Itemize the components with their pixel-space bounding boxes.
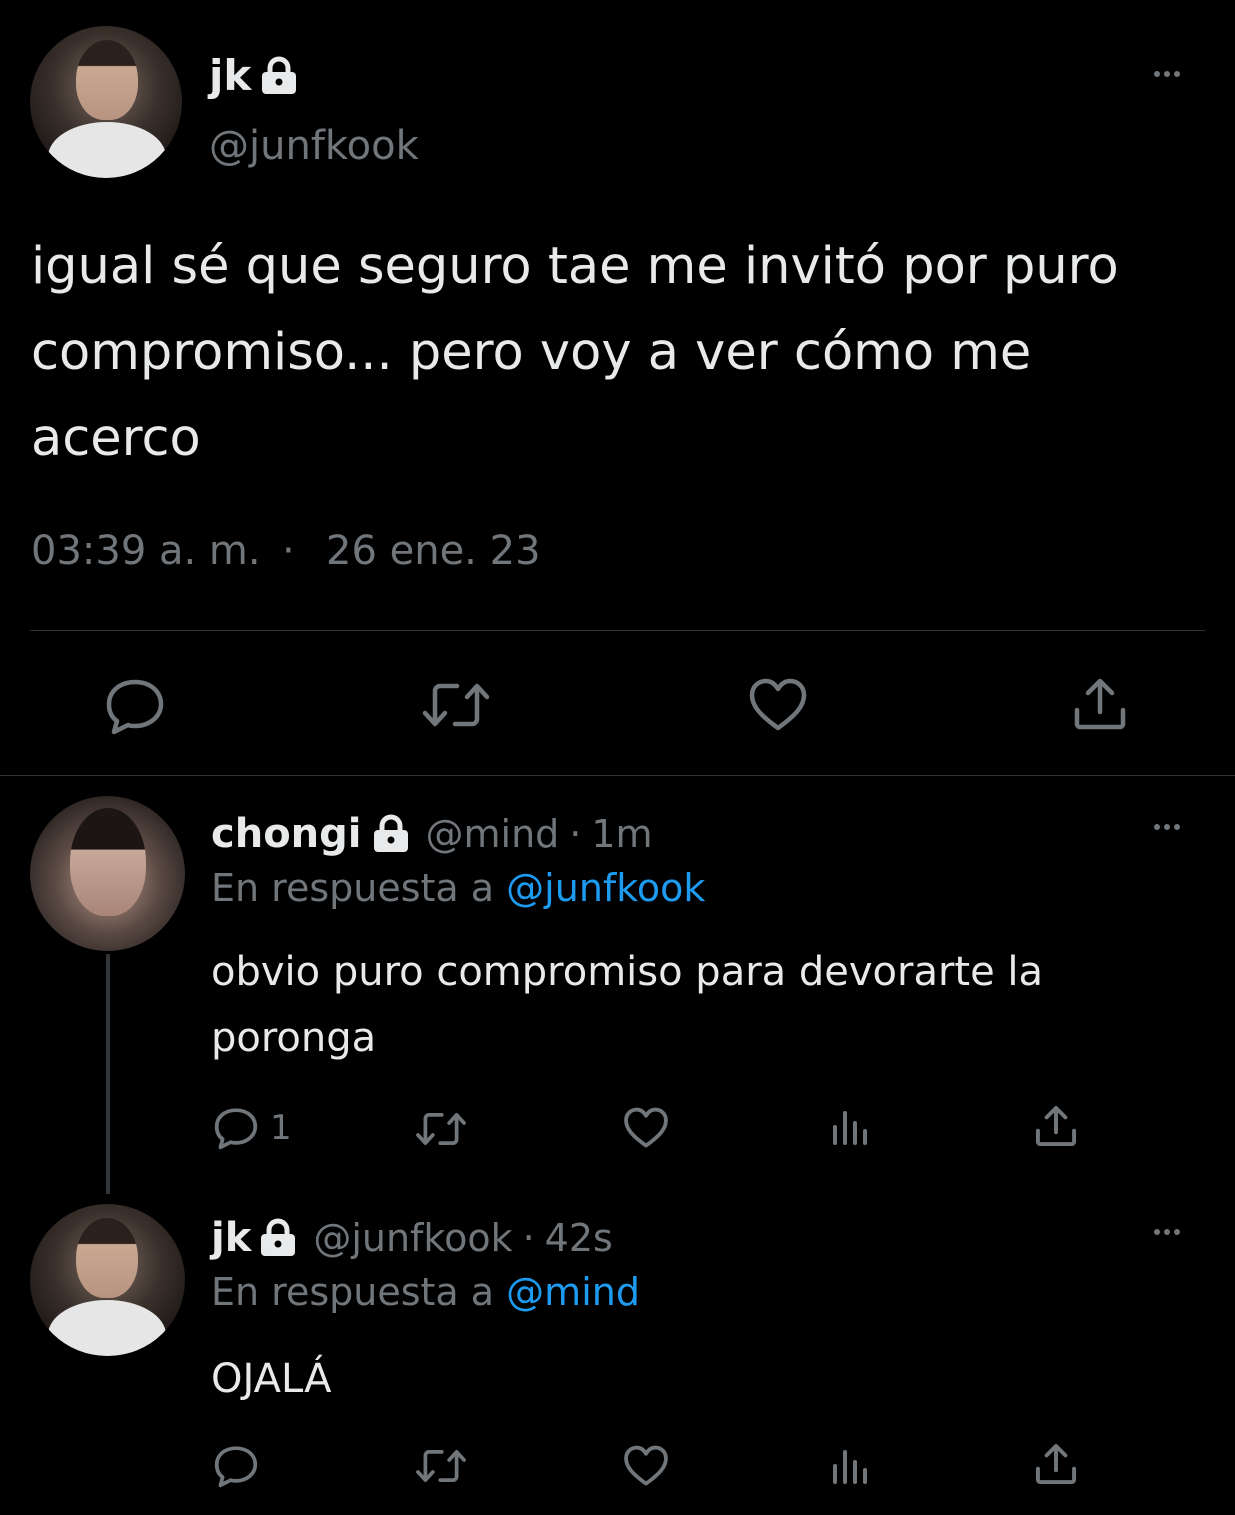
lock-icon — [370, 814, 412, 854]
reply-icon[interactable] — [213, 1444, 259, 1488]
retweet-icon[interactable] — [415, 1446, 467, 1486]
handle[interactable]: @junfkook — [209, 120, 419, 172]
reply-tweet: jk @junfkook · 42s En respuesta a @mind … — [0, 1196, 1235, 1515]
reply-prefix: En respuesta a — [211, 1270, 495, 1314]
tweet-text: igual sé que seguro tae me invitó por pu… — [31, 237, 1119, 468]
analytics-icon[interactable] — [831, 1109, 869, 1147]
main-tweet: jk @junfkook igual sé que seguro tae me … — [0, 0, 1235, 775]
share-icon[interactable] — [1034, 1442, 1078, 1486]
more-options-icon[interactable] — [1154, 1229, 1180, 1235]
handle[interactable]: @mind — [426, 812, 560, 856]
reply-icon[interactable] — [104, 677, 166, 735]
handle[interactable]: @junfkook — [313, 1216, 512, 1260]
like-icon[interactable] — [748, 677, 808, 733]
more-options-icon[interactable] — [1154, 824, 1180, 830]
separator-dot: · — [282, 528, 295, 574]
more-options-icon[interactable] — [1154, 71, 1180, 77]
like-icon[interactable] — [623, 1444, 669, 1488]
avatar[interactable] — [30, 1204, 185, 1356]
display-name[interactable]: jk — [211, 1215, 251, 1261]
share-icon[interactable] — [1034, 1104, 1078, 1148]
divider — [30, 630, 1205, 631]
tweet-text: OJALÁ — [211, 1356, 332, 1402]
reply-context: En respuesta a @mind — [211, 1266, 640, 1318]
thread-line — [106, 954, 110, 1194]
reply-tweet: chongi @mind · 1m En respuesta a @junfko… — [0, 776, 1235, 1196]
reply-icon[interactable] — [213, 1106, 259, 1150]
reply-header: chongi @mind · 1m — [211, 806, 653, 862]
tweet-date[interactable]: 26 ene. 23 — [326, 524, 541, 578]
avatar[interactable] — [30, 26, 182, 178]
mention-link[interactable]: @mind — [506, 1270, 640, 1314]
tweet-time[interactable]: 03:39 a. m. — [31, 524, 261, 578]
display-name[interactable]: jk — [209, 50, 251, 102]
reply-count: 1 — [270, 1108, 292, 1148]
reply-header: jk @junfkook · 42s — [211, 1210, 613, 1266]
retweet-icon[interactable] — [421, 679, 491, 731]
lock-icon — [258, 56, 300, 96]
share-icon[interactable] — [1072, 676, 1128, 732]
like-icon[interactable] — [623, 1106, 669, 1150]
separator-dot: · — [569, 812, 582, 856]
mention-link[interactable]: @junfkook — [506, 866, 705, 910]
lock-icon — [257, 1218, 299, 1258]
analytics-icon[interactable] — [831, 1448, 869, 1486]
reply-context: En respuesta a @junfkook — [211, 862, 705, 914]
separator-dot: · — [522, 1216, 535, 1260]
reply-prefix: En respuesta a — [211, 866, 495, 910]
avatar[interactable] — [30, 796, 185, 951]
tweet-time[interactable]: 1m — [591, 812, 652, 856]
tweet-time[interactable]: 42s — [545, 1216, 613, 1260]
display-name[interactable]: chongi — [211, 811, 362, 857]
tweet-text: obvio puro compromiso para devorarte la … — [211, 949, 1044, 1061]
retweet-icon[interactable] — [415, 1109, 467, 1149]
